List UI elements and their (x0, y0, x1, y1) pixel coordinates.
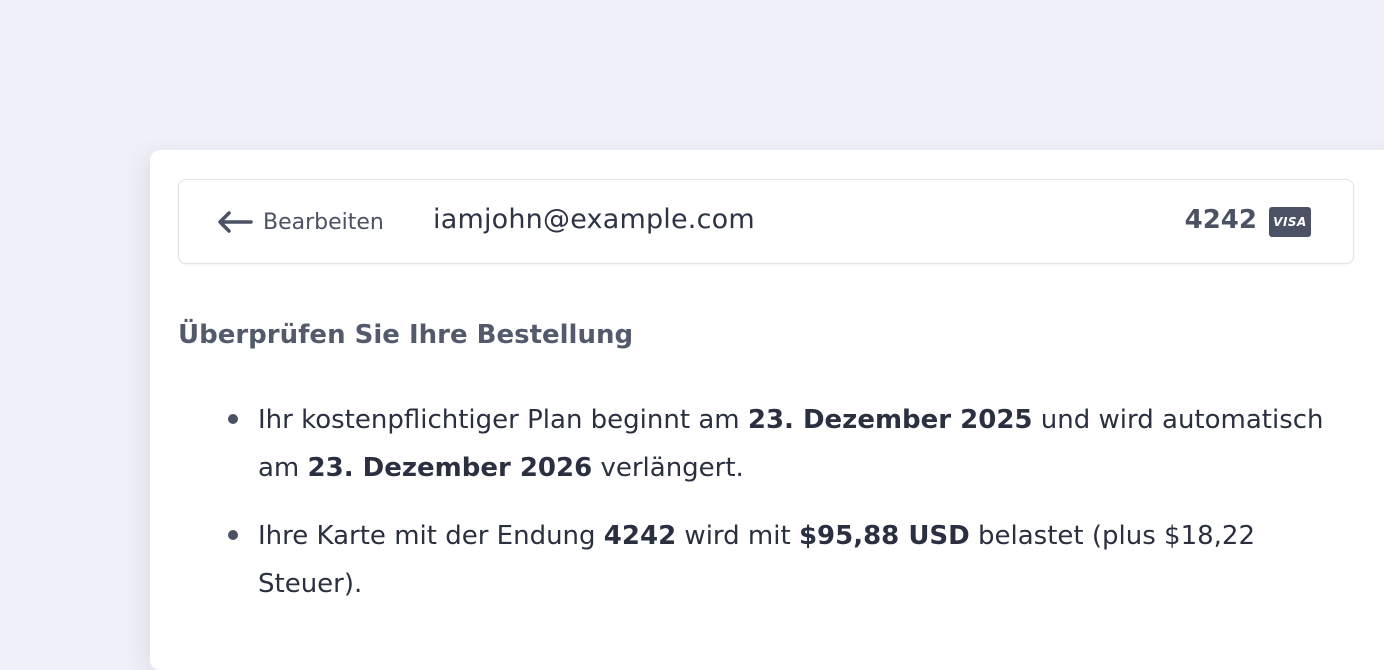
item-text: Ihr kostenpflichtiger Plan beginnt am (258, 405, 748, 435)
card-ending: 4242 (603, 521, 677, 551)
visa-icon: VISA (1269, 207, 1311, 237)
item-text: Ihre Karte mit der Endung (258, 521, 604, 551)
arrow-left-icon (218, 211, 253, 233)
list-item: Ihr kostenpflichtiger Plan beginnt am 23… (228, 396, 1328, 492)
review-heading: Überprüfen Sie Ihre Bestellung (178, 320, 634, 350)
item-text: verlängert. (592, 453, 744, 483)
edit-button[interactable]: Bearbeiten (217, 207, 384, 237)
renewal-date: 23. Dezember 2026 (307, 453, 593, 483)
checkout-card: Bearbeiten iamjohn@example.com 4242 VISA… (150, 150, 1384, 670)
order-terms-list: Ihr kostenpflichtiger Plan beginnt am 23… (228, 396, 1328, 628)
charge-amount: $95,88 USD (798, 521, 970, 551)
order-summary-bar: Bearbeiten iamjohn@example.com 4242 VISA (178, 179, 1354, 264)
card-last4: 4242 (1184, 205, 1257, 235)
start-date: 23. Dezember 2025 (747, 405, 1033, 435)
customer-email: iamjohn@example.com (433, 204, 755, 235)
edit-label: Bearbeiten (263, 209, 384, 235)
list-item: Ihre Karte mit der Endung 4242 wird mit … (228, 512, 1328, 608)
item-text: wird mit (676, 521, 799, 551)
